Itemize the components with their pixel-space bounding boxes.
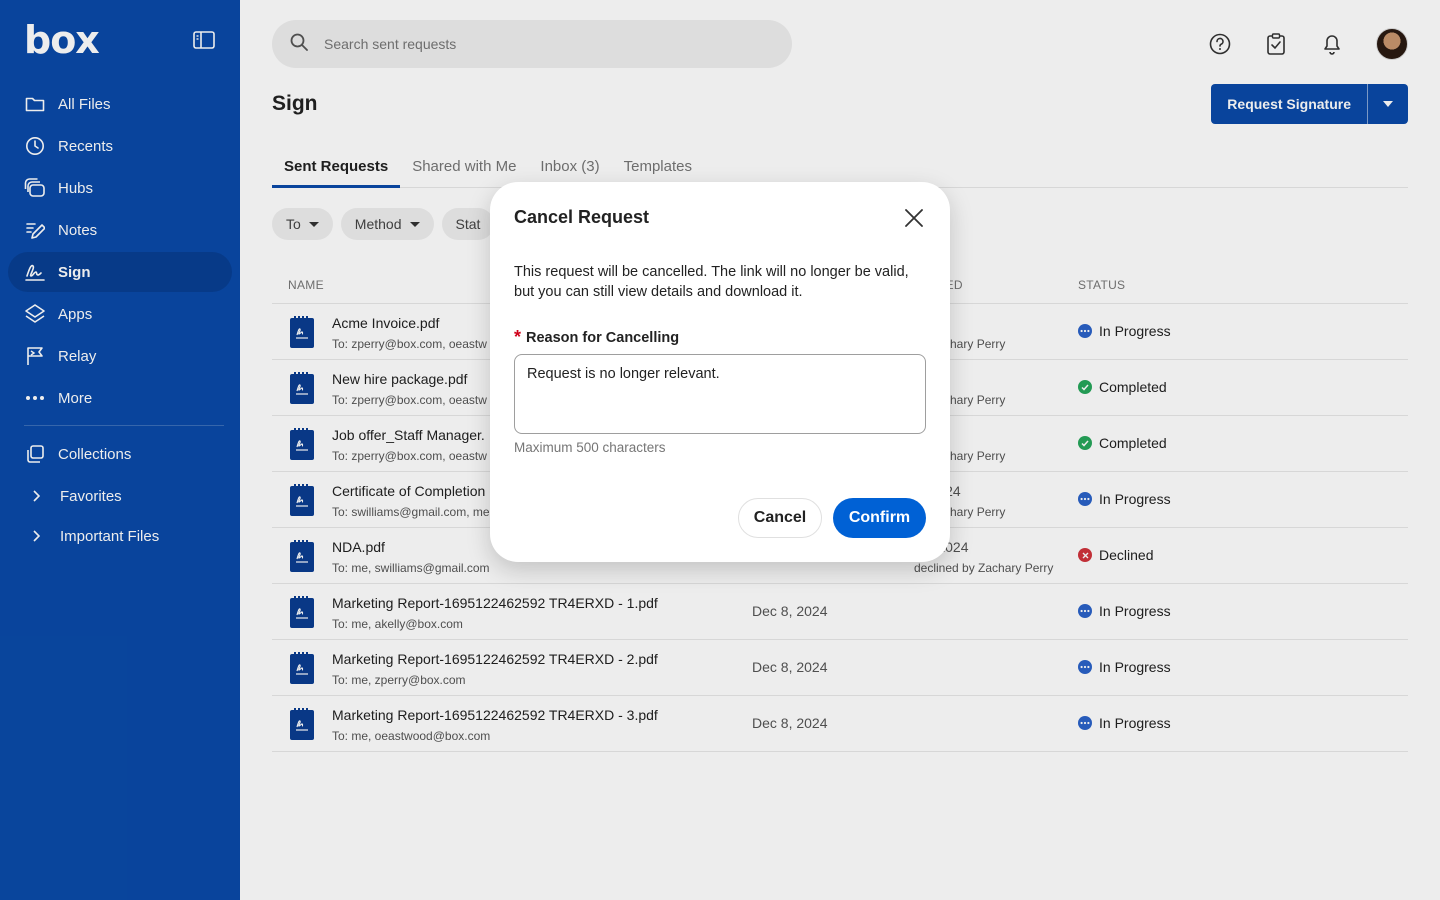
dialog-title: Cancel Request [514, 207, 650, 227]
reason-label-text: Reason for Cancelling [526, 329, 680, 346]
cancel-request-dialog: Cancel Request This request will be canc… [490, 182, 950, 562]
dialog-message: This request will be cancelled. The link… [514, 264, 909, 300]
reason-textarea[interactable] [514, 354, 926, 434]
confirm-button[interactable]: Confirm [833, 498, 926, 538]
reason-label: * Reason for Cancelling [514, 327, 679, 348]
cancel-button[interactable]: Cancel [738, 498, 822, 538]
close-icon[interactable] [902, 206, 926, 230]
character-limit-hint: Maximum 500 characters [514, 440, 666, 455]
required-asterisk: * [514, 327, 522, 347]
